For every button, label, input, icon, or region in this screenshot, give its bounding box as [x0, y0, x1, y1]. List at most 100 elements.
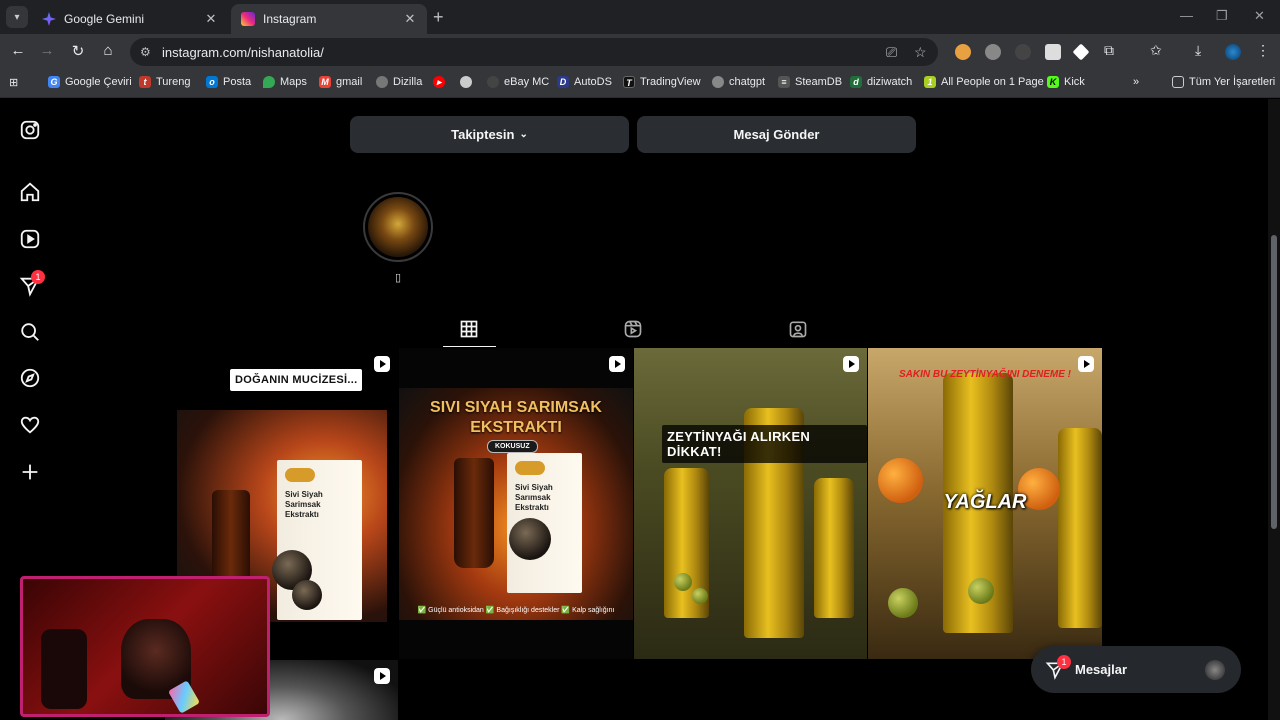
translate-icon: G — [48, 76, 60, 88]
tab-google-gemini[interactable]: Google Gemini ✕ — [32, 4, 228, 34]
create-icon[interactable] — [19, 461, 41, 483]
tab-title: Instagram — [263, 12, 317, 26]
post-tile[interactable]: SAKIN BU ZEYTİNYAĞINI DENEME ! YAĞLAR — [868, 348, 1102, 659]
tab-search-button[interactable]: ▾ — [6, 6, 28, 28]
bookmark-google-ceviri[interactable]: G Google Çeviri — [48, 76, 132, 88]
instagram-logo-icon[interactable] — [19, 119, 41, 141]
reels-icon[interactable] — [19, 228, 41, 250]
home-button[interactable]: ⌂ — [98, 42, 118, 59]
url-text: instagram.com/nishanatolia/ — [162, 44, 324, 60]
openai-icon — [460, 76, 472, 88]
bookmark-maps[interactable]: Maps — [263, 76, 307, 88]
bookmark-label: Maps — [280, 76, 307, 88]
oil-bottle-image — [1058, 428, 1102, 628]
browser-menu-icon[interactable]: ⋮ — [1256, 42, 1270, 59]
back-button[interactable]: ← — [8, 42, 28, 59]
post-caption: DOĞANIN MUCİZESİ... — [230, 369, 363, 391]
bookmark-youtube[interactable]: ▸ — [433, 76, 450, 88]
bookmark-chatgpt[interactable]: chatgpt — [712, 76, 765, 88]
new-tab-button[interactable]: + — [433, 7, 444, 28]
garlic-image — [292, 580, 322, 610]
bookmark-label: All People on 1 Page — [941, 76, 1044, 88]
bookmark-gmail[interactable]: Mgmail — [319, 76, 362, 88]
shield-icon[interactable] — [1045, 44, 1061, 60]
bookmark-posta[interactable]: o Posta — [206, 76, 251, 88]
post-pill: KOKUSUZ — [487, 440, 538, 453]
bookmark-tradingview[interactable]: T TradingView — [623, 76, 701, 88]
search-icon[interactable] — [19, 321, 41, 343]
gmail-icon: M — [319, 76, 331, 88]
autods-icon: D — [557, 76, 569, 88]
olive-image — [968, 578, 994, 604]
bookmark-label: Posta — [223, 76, 252, 88]
tagged-tab-icon[interactable] — [788, 319, 810, 341]
send-message-label: Mesaj Gönder — [733, 127, 820, 142]
browser-toolbar: ← → ↻ ⌂ ⚙ instagram.com/nishanatolia/ ⎚ … — [0, 34, 1280, 70]
kick-icon: K — [1047, 76, 1059, 88]
chair-image — [41, 629, 87, 709]
bookmark-kick[interactable]: K Kick — [1047, 76, 1085, 88]
post-caption: YAĞLAR — [943, 491, 1027, 513]
bookmarks-overflow-button[interactable]: » — [1133, 76, 1139, 88]
messages-badge: 1 — [1057, 655, 1071, 669]
bookmark-diziwatch[interactable]: d diziwatch — [850, 76, 912, 88]
bookmark-star-icon[interactable]: ☆ — [914, 44, 927, 61]
reel-icon — [374, 356, 390, 372]
extension-icon[interactable] — [955, 44, 971, 60]
garlic-image — [509, 518, 551, 560]
extension-icon[interactable] — [1015, 44, 1031, 60]
explore-icon[interactable] — [19, 367, 41, 389]
story-highlight[interactable] — [363, 192, 433, 262]
bookmark-label: eBay MC — [504, 76, 550, 88]
close-icon[interactable]: ✕ — [204, 11, 218, 27]
bookmark-dizilla[interactable]: Dizilla — [376, 76, 422, 88]
mail-icon: o — [206, 76, 218, 88]
bookmark-all-people[interactable]: 1 All People on 1 Page — [924, 76, 1044, 88]
bookmark-ebay-mc[interactable]: eBay MC — [487, 76, 549, 88]
post-top-text: SAKIN BU ZEYTİNYAĞINI DENEME ! — [898, 369, 1072, 380]
home-icon[interactable] — [19, 181, 41, 203]
scrollbar-thumb[interactable] — [1271, 235, 1277, 529]
close-window-button[interactable]: ✕ — [1254, 8, 1265, 24]
address-bar[interactable]: ⚙ instagram.com/nishanatolia/ ⎚ ☆ — [130, 38, 938, 66]
close-icon[interactable]: ✕ — [403, 11, 417, 27]
install-app-icon[interactable]: ⎚ — [886, 44, 897, 61]
forward-button[interactable]: → — [37, 42, 57, 59]
minimize-button[interactable]: — — [1180, 8, 1193, 23]
following-button[interactable]: Takiptesin ⌄ — [350, 116, 629, 153]
extension-icon[interactable] — [1072, 43, 1090, 61]
heart-icon[interactable] — [19, 414, 41, 436]
bookmark-openai[interactable] — [460, 76, 477, 88]
messages-icon[interactable]: 1 — [19, 270, 45, 297]
profile-avatar[interactable] — [1225, 44, 1241, 60]
gemini-icon — [42, 12, 56, 26]
messages-bar[interactable]: 1 Mesajlar — [1031, 646, 1241, 693]
instagram-page: 1 Takiptesin ⌄ Mesaj Gönder ▯ DOĞANIN MU… — [0, 99, 1280, 720]
extensions-puzzle-icon[interactable]: ⧉ — [1104, 42, 1114, 59]
site-info-icon[interactable]: ⚙ — [140, 45, 151, 59]
youtube-icon: ▸ — [433, 76, 445, 88]
apps-grid-icon[interactable]: ⊞ — [9, 76, 18, 89]
reading-list-icon[interactable]: ✩ — [1150, 42, 1162, 59]
post-tile[interactable]: Sivi Siyah Sarımsak Ekstraktı SIVI SIYAH… — [399, 348, 633, 659]
page-scrollbar[interactable] — [1268, 99, 1280, 720]
bookmark-autods[interactable]: D AutoDS — [557, 76, 612, 88]
reel-icon — [609, 356, 625, 372]
reload-button[interactable]: ↻ — [68, 42, 88, 60]
all-bookmarks-folder[interactable]: Tüm Yer İşaretleri — [1172, 76, 1275, 88]
reel-icon — [843, 356, 859, 372]
tureng-icon: t — [139, 76, 151, 88]
bookmark-tureng[interactable]: t Tureng — [139, 76, 190, 88]
restore-button[interactable]: ❐ — [1216, 8, 1228, 24]
reels-tab-icon[interactable] — [623, 319, 645, 341]
bookmark-steamdb[interactable]: ≡ SteamDB — [778, 76, 842, 88]
reel-icon — [374, 668, 390, 684]
extension-icon[interactable] — [985, 44, 1001, 60]
send-message-button[interactable]: Mesaj Gönder — [637, 116, 916, 153]
highlight-label: ▯ — [394, 272, 402, 284]
download-icon[interactable]: ⤓ — [1195, 42, 1201, 59]
bookmark-label: Google Çeviri — [65, 76, 132, 88]
tab-instagram[interactable]: Instagram ✕ — [231, 4, 427, 34]
post-tile[interactable]: ZEYTİNYAĞI ALIRKEN DİKKAT! — [634, 348, 867, 659]
posts-grid-tab[interactable] — [459, 319, 481, 341]
